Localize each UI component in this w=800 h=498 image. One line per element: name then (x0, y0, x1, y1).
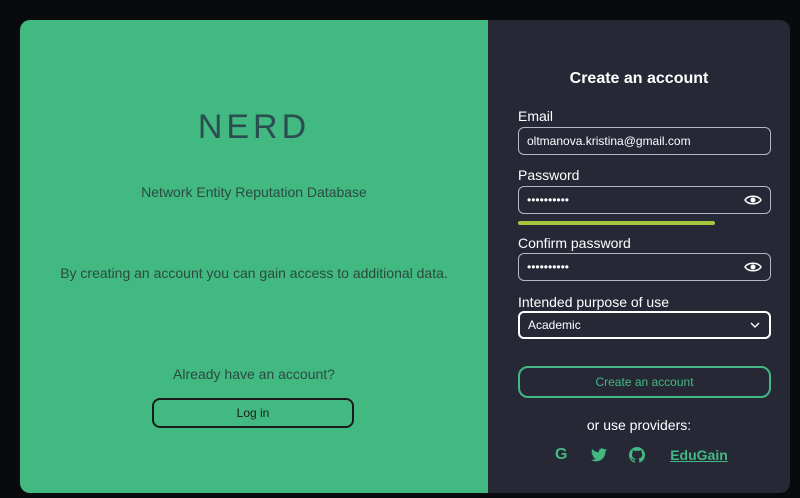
purpose-value: Academic (528, 318, 581, 332)
confirm-password-value: •••••••••• (527, 260, 570, 274)
google-icon[interactable]: G (550, 444, 572, 466)
purpose-select[interactable]: Academic (518, 311, 771, 339)
email-field[interactable]: oltmanova.kristina@gmail.com (518, 127, 771, 155)
purpose-label: Intended purpose of use (518, 294, 670, 310)
providers-row: G EduGain (488, 443, 790, 467)
eye-icon[interactable] (744, 260, 762, 274)
password-label: Password (518, 167, 580, 183)
confirm-password-label: Confirm password (518, 235, 631, 251)
google-glyph: G (554, 446, 568, 463)
password-field[interactable]: •••••••••• (518, 186, 771, 214)
providers-label: or use providers: (586, 417, 692, 433)
confirm-password-field[interactable]: •••••••••• (518, 253, 771, 281)
twitter-icon[interactable] (588, 444, 610, 466)
already-account-text: Already have an account? (173, 366, 335, 382)
signup-form: Create an account Email oltmanova.kristi… (488, 20, 790, 493)
signup-page: NERD Network Entity Reputation Database … (20, 20, 790, 493)
email-value: oltmanova.kristina@gmail.com (527, 134, 691, 148)
password-strength-bar (518, 221, 715, 225)
edugain-link[interactable]: EduGain (670, 447, 728, 463)
subtitle: Network Entity Reputation Database (141, 184, 367, 200)
info-panel: NERD Network Entity Reputation Database … (20, 20, 488, 493)
logo-text: NERD (197, 108, 311, 146)
login-button[interactable]: Log in (152, 398, 354, 428)
email-label: Email (518, 108, 554, 124)
github-icon[interactable] (626, 444, 648, 466)
password-value: •••••••••• (527, 193, 570, 207)
info-text: By creating an account you can gain acce… (60, 265, 448, 281)
create-account-button[interactable]: Create an account (518, 366, 771, 398)
eye-icon[interactable] (744, 193, 762, 207)
chevron-down-icon (749, 320, 761, 330)
form-title: Create an account (569, 70, 709, 87)
